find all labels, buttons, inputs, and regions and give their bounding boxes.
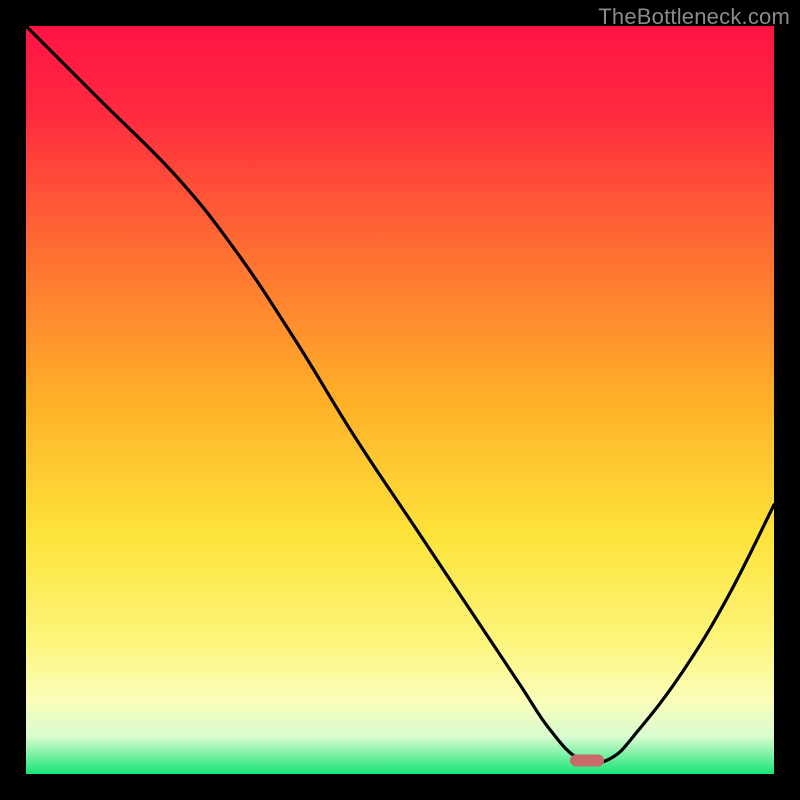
- optimal-marker: [570, 755, 604, 767]
- watermark-text: TheBottleneck.com: [598, 4, 790, 30]
- frame: TheBottleneck.com: [0, 0, 800, 800]
- bottleneck-curve-plot: [26, 26, 774, 774]
